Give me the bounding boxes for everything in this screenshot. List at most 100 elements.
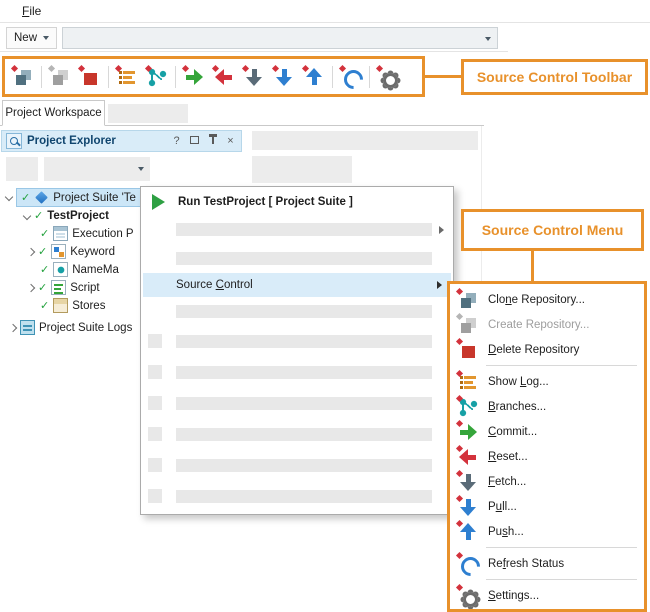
toolbar-push-button[interactable] xyxy=(299,62,329,92)
branches-icon xyxy=(146,66,168,88)
check-icon: ✓ xyxy=(21,191,30,204)
menu-item-redacted[interactable] xyxy=(141,481,453,512)
submenu-item-fetch[interactable]: Fetch... xyxy=(450,469,644,494)
submenu-item-create-repository[interactable]: Create Repository... xyxy=(450,312,644,337)
pin-button[interactable] xyxy=(206,134,219,149)
submenu-arrow-icon xyxy=(439,226,444,234)
toolbar-clone-repository-button[interactable] xyxy=(8,62,38,92)
toolbar-fetch-button[interactable] xyxy=(239,62,269,92)
expander-down-icon[interactable] xyxy=(5,193,13,201)
submenu-arrow-icon xyxy=(437,281,442,289)
submenu-item-delete-repository[interactable]: Delete Repository xyxy=(450,337,644,362)
redacted-text xyxy=(176,252,432,265)
toolbar-show-log-button[interactable] xyxy=(112,62,142,92)
name-mapping-icon xyxy=(53,262,68,277)
submenu-item-commit[interactable]: Commit... xyxy=(450,419,644,444)
toolbar-combobox[interactable] xyxy=(62,27,498,49)
logs-icon xyxy=(20,320,35,335)
toolbar-separator xyxy=(369,66,370,88)
submenu-item-pull[interactable]: Pull... xyxy=(450,494,644,519)
new-button[interactable]: New xyxy=(6,27,57,49)
check-icon: ✓ xyxy=(34,209,43,222)
submenu-item-settings[interactable]: Settings... xyxy=(450,583,644,608)
menu-separator xyxy=(450,362,644,369)
toolbar-settings-button[interactable] xyxy=(373,62,403,92)
maximize-button[interactable] xyxy=(188,134,201,148)
menu-item-run-testproject[interactable]: Run TestProject [ Project Suite ] xyxy=(141,189,453,215)
project-suite-icon xyxy=(34,190,49,205)
commit-icon xyxy=(183,66,205,88)
refresh-status-icon xyxy=(340,66,362,88)
submenu-item-refresh-status[interactable]: Refresh Status xyxy=(450,551,644,576)
reset-icon xyxy=(213,66,235,88)
submenu-item-label: Show Log... xyxy=(488,376,549,388)
menu-item-redacted[interactable] xyxy=(141,450,453,481)
toolbar-reset-button[interactable] xyxy=(209,62,239,92)
toolbar-branches-button[interactable] xyxy=(142,62,172,92)
menu-item-redacted[interactable] xyxy=(141,326,453,357)
close-button[interactable]: × xyxy=(224,134,237,148)
redacted-dropdown[interactable] xyxy=(44,157,150,181)
menu-file[interactable]: File xyxy=(14,2,49,20)
menu-item-redacted[interactable] xyxy=(141,357,453,388)
submenu-item-push[interactable]: Push... xyxy=(450,519,644,544)
tree-item-stores[interactable]: ✓ Stores xyxy=(36,296,109,315)
tab-project-workspace[interactable]: Project Workspace xyxy=(2,100,105,126)
tree-item-testproject[interactable]: ✓ TestProject xyxy=(20,206,113,225)
submenu-item-branches[interactable]: Branches... xyxy=(450,394,644,419)
redacted-icon xyxy=(148,396,162,410)
delete-repository-icon xyxy=(457,339,479,361)
toolbar-refresh-status-button[interactable] xyxy=(336,62,366,92)
submenu-item-clone-repository[interactable]: Clone Repository... xyxy=(450,287,644,312)
tab-label: Project Workspace xyxy=(5,107,101,119)
toolbar-commit-button[interactable] xyxy=(179,62,209,92)
toolbar-separator xyxy=(175,66,176,88)
tree-item-label: Execution P xyxy=(72,228,133,240)
menu-item-redacted[interactable] xyxy=(141,297,453,326)
tree-item-project-suite-logs[interactable]: Project Suite Logs xyxy=(6,318,136,337)
callout-connector-line xyxy=(425,75,461,78)
settings-gear-icon xyxy=(377,66,399,88)
redacted-icon xyxy=(148,489,162,503)
tree-item-keyword-tests[interactable]: ✓ Keyword xyxy=(24,242,119,261)
expander-right-icon[interactable] xyxy=(27,247,35,255)
toolbar-create-repository-button[interactable] xyxy=(45,62,75,92)
submenu-item-label: Push... xyxy=(488,526,524,538)
callout-source-control-toolbar: Source Control Toolbar xyxy=(461,59,648,95)
menu-separator xyxy=(450,544,644,551)
toolbar-pull-button[interactable] xyxy=(269,62,299,92)
expander-right-icon[interactable] xyxy=(9,323,17,331)
fetch-icon xyxy=(243,66,265,88)
redacted-toolbar-button[interactable] xyxy=(6,157,38,181)
refresh-status-icon xyxy=(457,553,479,575)
submenu-item-reset[interactable]: Reset... xyxy=(450,444,644,469)
callout-label: Source Control Toolbar xyxy=(477,69,632,85)
settings-gear-icon xyxy=(457,585,479,607)
chevron-down-icon xyxy=(43,36,49,40)
tree-item-project-suite[interactable]: ✓ Project Suite 'Te xyxy=(16,188,141,207)
check-icon: ✓ xyxy=(38,281,47,294)
menu-item-redacted[interactable] xyxy=(141,215,453,244)
submenu-item-label: Branches... xyxy=(488,401,546,413)
panel-title: Project Explorer xyxy=(27,135,116,147)
toolbar-separator xyxy=(41,66,42,88)
menu-item-redacted[interactable] xyxy=(141,419,453,450)
clone-repository-icon xyxy=(457,289,479,311)
submenu-item-show-log[interactable]: Show Log... xyxy=(450,369,644,394)
menu-item-redacted[interactable] xyxy=(141,244,453,273)
redacted-tab[interactable] xyxy=(108,104,188,123)
chevron-down-icon xyxy=(485,37,491,41)
tree-item-execution-plan[interactable]: ✓ Execution P xyxy=(36,224,138,243)
menu-item-redacted[interactable] xyxy=(141,388,453,419)
toolbar-delete-repository-button[interactable] xyxy=(75,62,105,92)
expander-down-icon[interactable] xyxy=(23,211,31,219)
help-button[interactable]: ? xyxy=(170,134,183,148)
menu-item-source-control[interactable]: Source Control xyxy=(143,273,451,297)
expander-right-icon[interactable] xyxy=(27,283,35,291)
redacted-text xyxy=(176,428,432,441)
create-repository-icon xyxy=(49,66,71,88)
toolbar-separator xyxy=(108,66,109,88)
tree-item-script[interactable]: ✓ Script xyxy=(24,278,104,297)
tree-item-label: Project Suite Logs xyxy=(39,322,132,334)
tree-item-name-mapping[interactable]: ✓ NameMa xyxy=(36,260,123,279)
